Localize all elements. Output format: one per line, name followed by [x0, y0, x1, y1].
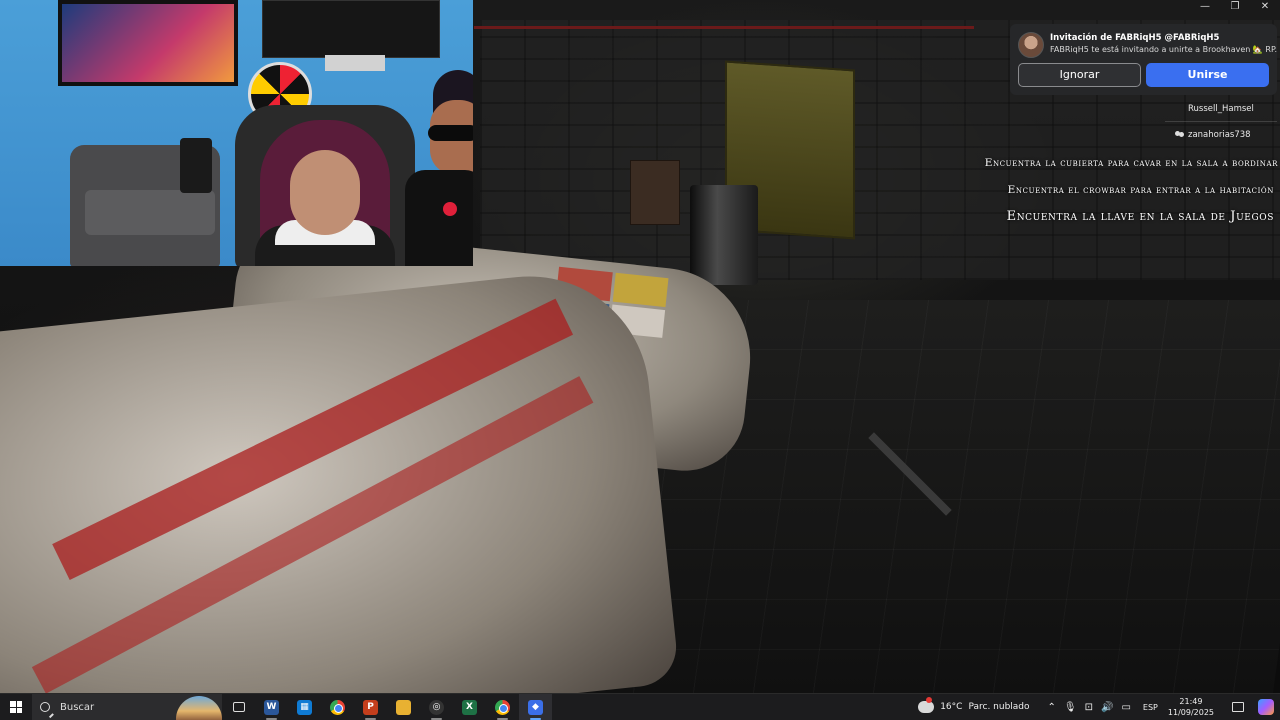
task-view-icon [232, 702, 245, 712]
close-button[interactable]: ✕ [1250, 0, 1280, 14]
taskbar-app-word[interactable]: W [255, 694, 288, 720]
red-trim [474, 26, 974, 29]
streamer-girl [245, 120, 405, 266]
microphone-icon[interactable]: 🎙 [1064, 702, 1077, 713]
objective-text: Encuentra la cubierta para cavar en la s… [984, 157, 1278, 169]
excel-icon: X [462, 699, 477, 715]
invite-message: FABRiqH5 te está invitando a unirte a Br… [1050, 45, 1278, 54]
divider [1165, 121, 1277, 122]
taskbar-app-chrome-profile[interactable] [486, 694, 519, 720]
streamer-man [405, 70, 473, 266]
taskbar-app-roblox[interactable]: ◆ [519, 693, 552, 720]
chrome-icon [330, 699, 345, 715]
clock-date: 11/09/2025 [1167, 708, 1214, 717]
wall-poster [262, 0, 440, 58]
start-button[interactable] [0, 694, 32, 720]
sack-front [0, 264, 681, 693]
taskbar-app-powerpoint[interactable]: P [354, 694, 387, 720]
ignore-button[interactable]: Ignorar [1018, 63, 1141, 87]
file-explorer-icon [396, 699, 411, 715]
taskbar-app-store[interactable]: ▦ [288, 694, 321, 720]
player-list-item[interactable]: zanahorias738 [1175, 130, 1251, 140]
objective-text: Encuentra la llave en la sala de Juegos [1006, 209, 1274, 224]
friends-icon [1175, 130, 1185, 139]
avatar [1018, 32, 1044, 58]
roblox-icon: ◆ [528, 699, 543, 715]
join-button[interactable]: Unirse [1146, 63, 1269, 87]
obs-icon: ◎ [429, 699, 444, 715]
restore-button[interactable]: ❐ [1220, 0, 1250, 14]
volume-icon[interactable]: 🔊 [1101, 702, 1113, 713]
player-name: Russell_Hamsel [1188, 104, 1254, 114]
task-view-button[interactable] [222, 694, 255, 720]
chevron-up-icon[interactable]: ⌃ [1048, 702, 1056, 713]
invite-title: Invitación de FABRiqH5 @FABRiqH5 [1050, 33, 1220, 43]
clock[interactable]: 21:49 11/09/2025 [1168, 696, 1214, 718]
taskbar-app-explorer[interactable] [387, 694, 420, 720]
wall-tv [58, 0, 238, 86]
notification-icon[interactable] [1232, 702, 1244, 712]
player-name: zanahorias738 [1188, 130, 1251, 140]
battery-icon[interactable]: ▭ [1121, 702, 1130, 713]
microsoft-store-icon: ▦ [297, 699, 312, 715]
clock-time: 21:49 [1179, 697, 1203, 706]
taskbar-search[interactable]: Buscar [32, 693, 222, 720]
partly-cloudy-icon [918, 697, 935, 713]
powerpoint-icon: P [363, 699, 378, 715]
word-icon: W [264, 699, 279, 715]
window-controls: — ❐ ✕ [1190, 0, 1280, 14]
search-placeholder: Buscar [60, 701, 95, 713]
objective-text: Encuentra el crowbar para entrar a la ha… [1007, 184, 1274, 196]
webcam-overlay [0, 0, 473, 266]
copilot-icon[interactable] [1258, 699, 1274, 715]
taskbar-app-chrome[interactable] [321, 694, 354, 720]
system-tray: 16°C Parc. nublado ⌃ 🎙 ⊡ 🔊 ▭ ESP 21:49 1… [918, 694, 1280, 720]
alert-badge [926, 697, 933, 703]
temperature: 16°C [940, 702, 963, 712]
taskbar-app-obs[interactable]: ◎ [420, 694, 453, 720]
language-indicator[interactable]: ESP [1143, 703, 1158, 712]
objectives-list: Encuentra la cubierta para cavar en la s… [985, 152, 1278, 232]
minimize-button[interactable]: — [1190, 0, 1220, 14]
player-list-item[interactable]: Russell_Hamsel [1188, 104, 1254, 114]
network-icon[interactable]: ⊡ [1085, 702, 1093, 713]
weather-condition: Parc. nublado [968, 702, 1030, 712]
dresser [630, 160, 680, 225]
search-highlight-image [176, 695, 222, 720]
speaker [180, 138, 212, 193]
search-icon [40, 702, 50, 712]
windows-logo-icon [10, 701, 22, 713]
chrome-profile-icon [495, 699, 510, 715]
game-invite-notification: Invitación de FABRiqH5 @FABRiqH5 FABRiqH… [1010, 24, 1277, 95]
weather-widget[interactable]: 16°C Parc. nublado [918, 697, 1030, 713]
taskbar-app-excel[interactable]: X [453, 694, 486, 720]
taskbar: Buscar W ▦ P ◎ X ◆ 16°C Parc. nublado ⌃ … [0, 693, 1280, 720]
trash-can [690, 185, 758, 285]
